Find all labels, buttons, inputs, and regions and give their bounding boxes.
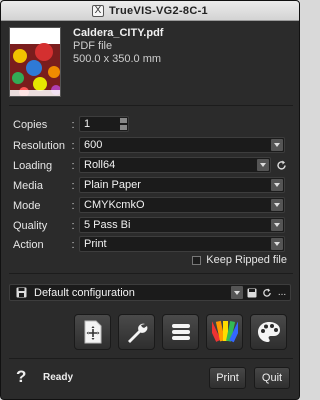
title-bar[interactable]: X TrueVIS-VG2-8C-1 <box>1 1 299 21</box>
chevron-down-icon[interactable] <box>257 159 269 171</box>
mode-label: Mode <box>13 199 41 212</box>
media-label: Media <box>13 179 43 192</box>
divider <box>9 358 293 359</box>
media-value: Plain Paper <box>84 179 141 191</box>
keep-ripped-label: Keep Ripped file <box>206 254 287 266</box>
quality-value: 5 Pass Bi <box>84 219 131 231</box>
color-swatch-icon <box>211 320 238 343</box>
list-icon <box>171 324 190 340</box>
resolution-value: 600 <box>84 139 103 151</box>
file-info: Caldera_CITY.pdf PDF file 500.0 x 350.0 … <box>9 23 295 101</box>
status-bar: ? Ready Print Quit <box>1 367 299 393</box>
add-page-button[interactable] <box>74 314 111 350</box>
stepper-down-icon[interactable] <box>120 125 127 130</box>
help-button[interactable]: ? <box>16 367 26 387</box>
palette-icon <box>257 322 280 342</box>
stepper-up-icon[interactable] <box>120 118 127 123</box>
copies-label: Copies <box>13 118 48 131</box>
more-options-button[interactable]: ... <box>276 286 288 299</box>
copies-value: 1 <box>84 118 91 130</box>
chevron-down-icon[interactable] <box>271 199 283 211</box>
loading-row: Loading : Roll64 <box>13 157 291 174</box>
copies-row: Copies : 1 <box>13 116 291 133</box>
chevron-down-icon[interactable] <box>231 286 243 299</box>
chevron-down-icon[interactable] <box>271 139 283 151</box>
file-name: Caldera_CITY.pdf <box>73 27 164 39</box>
tool-buttons <box>74 314 287 350</box>
settings-button[interactable] <box>118 314 155 350</box>
quality-select[interactable]: 5 Pass Bi <box>79 217 285 233</box>
keep-ripped-option[interactable]: Keep Ripped file <box>192 254 287 266</box>
media-row: Media : Plain Paper <box>13 177 291 194</box>
file-type: PDF file <box>73 40 113 52</box>
resolution-select[interactable]: 600 <box>79 137 285 153</box>
configuration-value: Default configuration <box>34 286 135 299</box>
refresh-icon[interactable] <box>275 158 288 172</box>
chevron-down-icon[interactable] <box>271 179 283 191</box>
refresh-icon[interactable] <box>261 286 273 299</box>
resolution-label: Resolution <box>13 139 65 152</box>
file-thumbnail <box>9 27 61 97</box>
mode-select[interactable]: CMYKcmkO <box>79 197 285 213</box>
divider <box>9 105 293 106</box>
quality-row: Quality : 5 Pass Bi <box>13 217 291 234</box>
add-page-icon <box>84 320 101 344</box>
action-select[interactable]: Print <box>79 236 285 252</box>
quality-label: Quality <box>13 219 48 232</box>
divider <box>9 273 293 274</box>
chevron-down-icon[interactable] <box>271 238 283 250</box>
loading-value: Roll64 <box>84 159 116 171</box>
print-settings-window: X TrueVIS-VG2-8C-1 Caldera_CITY.pdf PDF … <box>0 0 300 400</box>
wrench-icon <box>127 323 147 343</box>
window-title: TrueVIS-VG2-8C-1 <box>109 4 208 17</box>
resolution-row: Resolution : 600 <box>13 137 291 154</box>
x-window-icon: X <box>92 4 105 17</box>
loading-label: Loading <box>13 159 53 172</box>
configuration-select[interactable]: Default configuration ... <box>9 284 291 301</box>
keep-ripped-checkbox[interactable] <box>192 255 202 265</box>
loading-select[interactable]: Roll64 <box>79 157 271 173</box>
floppy-disk-icon <box>14 287 28 299</box>
file-size: 500.0 x 350.0 mm <box>73 53 162 65</box>
color-swatch-button[interactable] <box>206 314 243 350</box>
quit-button[interactable]: Quit <box>254 367 290 389</box>
media-select[interactable]: Plain Paper <box>79 177 285 193</box>
print-button[interactable]: Print <box>209 367 246 389</box>
action-row: Action : Print <box>13 236 291 253</box>
action-label: Action <box>13 238 44 251</box>
mode-row: Mode : CMYKcmkO <box>13 197 291 214</box>
chevron-down-icon[interactable] <box>271 219 283 231</box>
copies-input[interactable]: 1 <box>79 116 129 132</box>
queue-button[interactable] <box>162 314 199 350</box>
status-text: Ready <box>43 372 74 383</box>
copies-stepper[interactable] <box>120 118 127 130</box>
color-palette-button[interactable] <box>250 314 287 350</box>
save-config-icon[interactable] <box>246 286 258 299</box>
mode-value: CMYKcmkO <box>84 199 145 211</box>
action-value: Print <box>84 238 107 250</box>
